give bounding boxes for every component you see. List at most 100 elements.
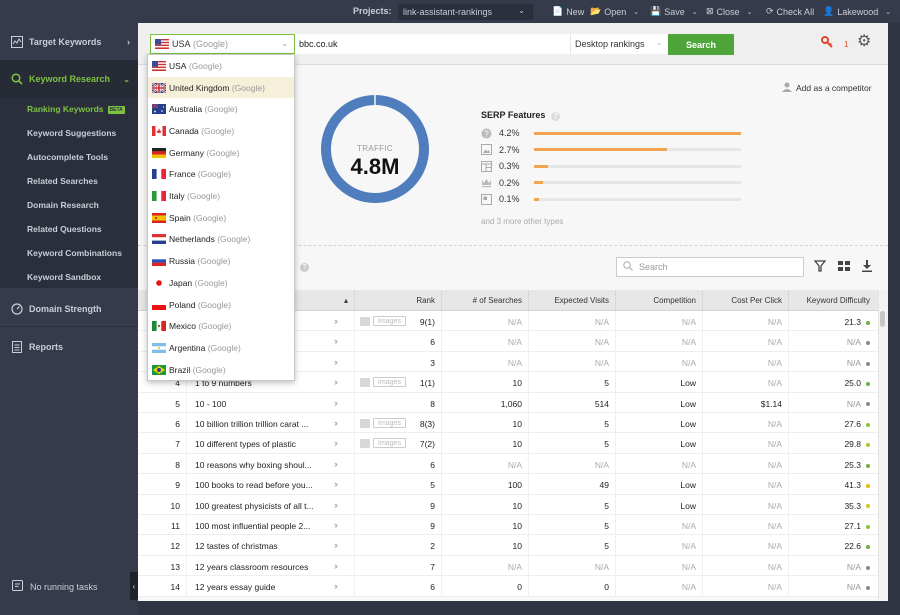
tasks-status[interactable]: No running tasks bbox=[12, 580, 98, 593]
double-chevron-icon[interactable]: ›› bbox=[334, 336, 338, 346]
save-button[interactable]: 💾 Save ⌄ bbox=[650, 6, 698, 17]
table-row[interactable]: 8 10 reasons why boxing shoul... ›› 6 N/A N/A… bbox=[138, 453, 878, 475]
country-select[interactable]: USA (Google) ⌄ bbox=[150, 34, 295, 54]
keyword-cell[interactable]: 100 most influential people 2... bbox=[195, 515, 335, 535]
double-chevron-icon[interactable]: ›› bbox=[334, 500, 338, 510]
sidebar-subitem-keyword-suggestions[interactable]: Keyword Suggestions bbox=[27, 128, 116, 138]
columns-grid-icon[interactable] bbox=[838, 260, 850, 275]
sidebar-subitem-ranking-keywords[interactable]: Ranking Keywords BETA bbox=[27, 104, 125, 114]
double-chevron-icon[interactable]: ›› bbox=[334, 581, 338, 591]
keyword-cell[interactable]: 10 reasons why boxing shoul... bbox=[195, 454, 335, 474]
country-option-uk[interactable]: United Kingdom (Google) bbox=[148, 76, 294, 99]
gear-icon[interactable]: ⚙ bbox=[857, 34, 873, 50]
double-chevron-icon[interactable]: ›› bbox=[334, 520, 338, 530]
sidebar-subitem-autocomplete-tools[interactable]: Autocomplete Tools bbox=[27, 152, 108, 162]
sidebar-item-domain-strength[interactable]: Domain Strength bbox=[0, 290, 138, 328]
country-option-au[interactable]: Australia (Google) bbox=[148, 98, 294, 120]
new-button[interactable]: 📄 New bbox=[552, 6, 584, 17]
keyword-cell[interactable]: 100 books to read before you... bbox=[195, 474, 335, 494]
country-option-us[interactable]: USA (Google) bbox=[148, 55, 294, 77]
keyword-cell[interactable]: 10 - 100 bbox=[195, 393, 335, 413]
country-option-engine: (Google) bbox=[231, 82, 265, 93]
col-searches[interactable]: # of Searches bbox=[441, 290, 528, 311]
double-chevron-icon[interactable]: ›› bbox=[334, 357, 338, 367]
check-all-button[interactable]: ⟳ Check All bbox=[766, 6, 814, 17]
double-chevron-icon[interactable]: ›› bbox=[334, 561, 338, 571]
add-competitor-button[interactable]: Add as a competitor bbox=[782, 82, 872, 94]
sidebar-subitem-related-searches[interactable]: Related Searches bbox=[27, 176, 98, 186]
keyword-cell[interactable]: 12 years classroom resources bbox=[195, 556, 335, 576]
rank-type-select[interactable]: Desktop rankings ⌄ bbox=[570, 34, 668, 54]
country-option-mx[interactable]: Mexico (Google) bbox=[148, 315, 294, 337]
table-row[interactable]: 5 10 - 100 ›› 8 1,060 514 Low $1.14 N/A bbox=[138, 392, 878, 413]
double-chevron-icon[interactable]: ›› bbox=[334, 377, 338, 387]
table-search-input[interactable]: Search bbox=[616, 257, 804, 277]
country-option-nl[interactable]: Netherlands (Google) bbox=[148, 229, 294, 251]
help-icon[interactable]: ? bbox=[551, 112, 561, 121]
table-scrollbar-thumb[interactable] bbox=[880, 311, 885, 327]
sidebar-item-keyword-research[interactable]: Keyword Research ⌄ bbox=[0, 60, 138, 98]
open-button[interactable]: 📂 Open ⌄ bbox=[590, 6, 639, 17]
double-chevron-icon[interactable]: ›› bbox=[334, 418, 338, 428]
col-competition[interactable]: Competition bbox=[615, 290, 702, 311]
country-option-jp[interactable]: Japan (Google) bbox=[148, 272, 294, 294]
serp-feature-row: 2.7% bbox=[481, 143, 741, 157]
double-chevron-icon[interactable]: ›› bbox=[334, 540, 338, 550]
country-option-engine: (Google) bbox=[206, 147, 240, 158]
table-scrollbar[interactable] bbox=[878, 290, 888, 601]
country-option-fr[interactable]: France (Google) bbox=[148, 164, 294, 186]
table-row[interactable]: 12 12 tastes of christmas ›› 2 10 5 N/A N/A 22.6 bbox=[138, 535, 878, 556]
country-option-de[interactable]: Germany (Google) bbox=[148, 142, 294, 164]
keyword-cell[interactable]: 10 billion trillion trillion carat ... bbox=[195, 413, 335, 433]
country-option-es[interactable]: Spain (Google) bbox=[148, 207, 294, 229]
sidebar-subitem-keyword-combinations[interactable]: Keyword Combinations bbox=[27, 248, 122, 258]
col-rank[interactable]: Rank bbox=[354, 290, 441, 311]
filter-icon[interactable] bbox=[813, 260, 827, 275]
table-row[interactable]: 7 10 different types of plastic ›› Images 7(… bbox=[138, 433, 878, 454]
country-option-ca[interactable]: Canada (Google) bbox=[148, 120, 294, 142]
table-row[interactable]: 13 12 years classroom resources ›› 7 N/A N/A N… bbox=[138, 555, 878, 577]
download-icon[interactable] bbox=[861, 260, 873, 275]
keyword-cell[interactable]: 12 tastes of christmas bbox=[195, 535, 335, 555]
double-chevron-icon[interactable]: ›› bbox=[334, 316, 338, 326]
add-competitor-label: Add as a competitor bbox=[796, 83, 872, 93]
col-expected-visits[interactable]: Expected Visits bbox=[528, 290, 615, 311]
country-option-ar[interactable]: Argentina (Google) bbox=[148, 337, 294, 359]
sidebar-item-reports[interactable]: Reports bbox=[0, 328, 138, 366]
competition-cell: Low bbox=[680, 439, 696, 450]
help-icon[interactable]: ? bbox=[300, 263, 309, 272]
kd-value: 22.6 bbox=[844, 541, 861, 552]
sidebar-subitem-keyword-sandbox[interactable]: Keyword Sandbox bbox=[27, 272, 101, 282]
table-row[interactable]: 6 10 billion trillion trillion carat ... ›… bbox=[138, 413, 878, 434]
sidebar-subitem-related-questions[interactable]: Related Questions bbox=[27, 224, 102, 234]
country-option-ru[interactable]: Russia (Google) bbox=[148, 250, 294, 272]
search-button[interactable]: Search bbox=[668, 34, 734, 55]
table-row[interactable]: 9 100 books to read before you... ›› 5 100 49… bbox=[138, 474, 878, 495]
project-select[interactable]: link-assistant-rankings ⌄ bbox=[398, 4, 533, 20]
keyword-cell[interactable]: 10 different types of plastic bbox=[195, 433, 335, 453]
country-option-br[interactable]: Brazil (Google) bbox=[148, 359, 294, 381]
kd-value: 27.6 bbox=[844, 419, 861, 429]
country-option-pl[interactable]: Poland (Google) bbox=[148, 294, 294, 316]
collapse-sidebar-button[interactable]: ‹ bbox=[130, 572, 138, 600]
keyword-cell[interactable]: 12 years essay guide bbox=[195, 576, 335, 596]
close-button[interactable]: ⊠ Close ⌄ bbox=[706, 6, 752, 17]
sidebar-item-target-keywords[interactable]: Target Keywords › bbox=[0, 23, 138, 61]
key-icon[interactable] bbox=[821, 36, 833, 51]
col-keyword-difficulty[interactable]: Keyword Difficulty bbox=[788, 290, 876, 311]
sidebar-subitem-domain-research[interactable]: Domain Research bbox=[27, 200, 99, 210]
table-row[interactable]: 14 12 years essay guide ›› 6 0 0 N/A N/A N/A bbox=[138, 576, 878, 597]
domain-input[interactable] bbox=[295, 34, 570, 54]
table-row[interactable]: 11 100 most influential people 2... ›› 9 10 5… bbox=[138, 515, 878, 536]
col-cpc[interactable]: Cost Per Click bbox=[702, 290, 788, 311]
double-chevron-icon[interactable]: ›› bbox=[334, 479, 338, 489]
user-menu-button[interactable]: 👤 Lakewood ⌄ bbox=[823, 6, 891, 17]
serp-more-link[interactable]: and 3 more other types bbox=[481, 217, 563, 226]
flag-it-icon bbox=[152, 191, 166, 202]
double-chevron-icon[interactable]: ›› bbox=[334, 459, 338, 469]
keyword-cell[interactable]: 100 greatest physicists of all t... bbox=[195, 495, 335, 515]
country-option-it[interactable]: Italy (Google) bbox=[148, 185, 294, 207]
table-row[interactable]: 10 100 greatest physicists of all t... ›› 9… bbox=[138, 494, 878, 515]
double-chevron-icon[interactable]: ›› bbox=[334, 438, 338, 448]
double-chevron-icon[interactable]: ›› bbox=[334, 398, 338, 408]
